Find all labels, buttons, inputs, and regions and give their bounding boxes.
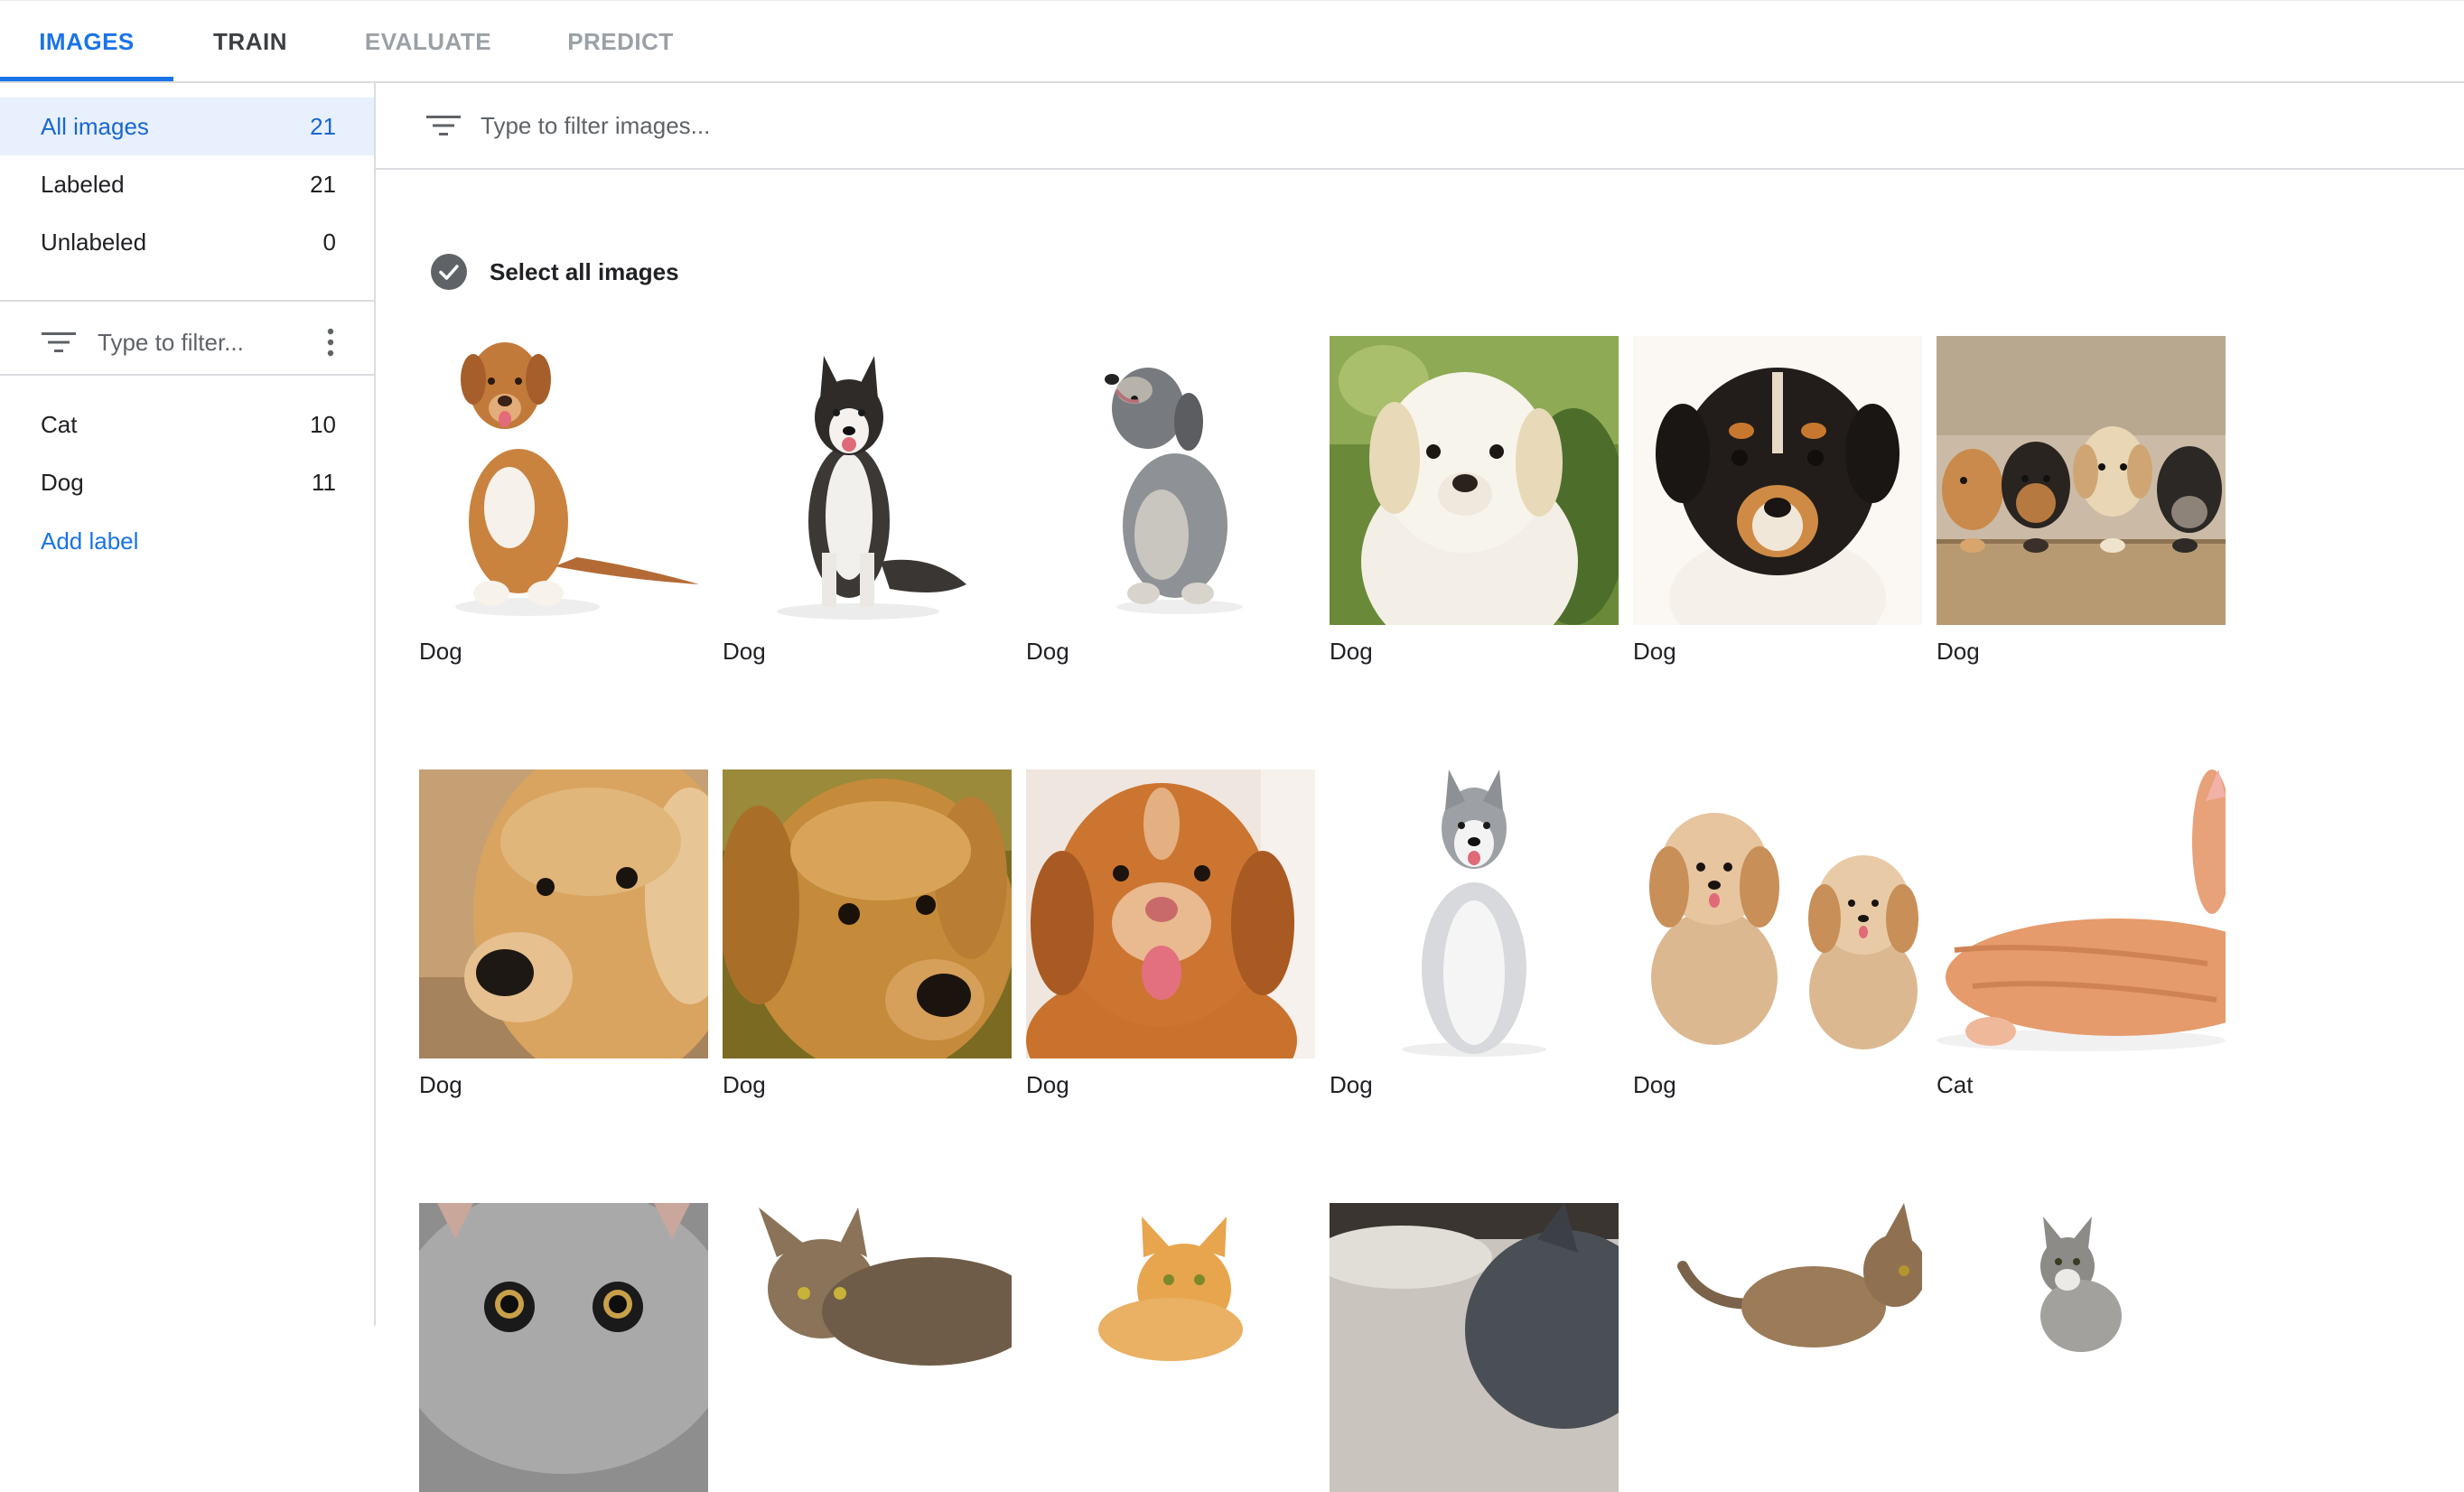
- image-tile[interactable]: [1026, 1203, 1315, 1492]
- sidebar-item-count: 21: [310, 170, 336, 198]
- image-tile[interactable]: Dog: [723, 769, 1012, 1098]
- image-tile[interactable]: Dog: [1026, 336, 1315, 665]
- select-all-label: Select all images: [490, 257, 679, 285]
- active-tab-indicator: [0, 77, 173, 81]
- dog-image: [1026, 336, 1315, 625]
- image-label: Dog: [1633, 1071, 1676, 1098]
- sidebar-item-label: All images: [41, 112, 149, 140]
- more-vert-icon[interactable]: [323, 325, 338, 359]
- cat-image: [1937, 769, 2226, 1058]
- image-label: Dog: [1026, 638, 1069, 665]
- image-label: Dog: [723, 1071, 766, 1098]
- image-tile[interactable]: Dog: [1937, 336, 2226, 665]
- image-label: Dog: [1330, 1071, 1373, 1098]
- tab-train[interactable]: TRAIN: [184, 1, 316, 82]
- tab-images[interactable]: IMAGES: [0, 1, 173, 82]
- dog-image: [723, 769, 1012, 1058]
- sidebar-item-label-dog[interactable]: Dog 11: [0, 453, 374, 511]
- filter-list-icon: [42, 332, 76, 352]
- image-tile[interactable]: Dog: [419, 336, 708, 665]
- dog-image: [419, 769, 708, 1058]
- select-all-toggle[interactable]: Select all images: [430, 253, 679, 291]
- label-count: 10: [310, 410, 336, 438]
- image-label: Dog: [1026, 1071, 1069, 1098]
- sidebar-item-all-images[interactable]: All images 21: [0, 98, 374, 155]
- cat-image: [1330, 1203, 1619, 1492]
- sidebar-item-label: Unlabeled: [41, 228, 147, 256]
- image-label: Dog: [1330, 638, 1373, 665]
- sidebar-item-unlabeled[interactable]: Unlabeled 0: [0, 213, 374, 271]
- image-label: Dog: [723, 638, 766, 665]
- filter-list-icon: [426, 116, 461, 135]
- image-tile[interactable]: Dog: [419, 769, 708, 1098]
- main-content: Select all images Dog: [376, 83, 2464, 1492]
- sidebar: All images 21 Labeled 21 Unlabeled 0 Cat…: [0, 83, 376, 1326]
- image-tile[interactable]: Dog: [1026, 769, 1315, 1098]
- dog-image: [1026, 769, 1315, 1058]
- sidebar-divider: [0, 300, 374, 302]
- image-label: Dog: [419, 1071, 462, 1098]
- label-count: 11: [312, 468, 336, 496]
- image-filter-bar: [376, 83, 2464, 170]
- sidebar-item-label: Labeled: [41, 170, 125, 198]
- image-tile[interactable]: Dog: [1330, 336, 1619, 665]
- image-label: Dog: [1937, 638, 1980, 665]
- image-filter-input[interactable]: [481, 111, 1022, 140]
- image-tile[interactable]: [723, 1203, 1012, 1492]
- image-tile[interactable]: Dog: [1633, 769, 1922, 1098]
- image-tile[interactable]: [1330, 1203, 1619, 1492]
- image-label: Dog: [1633, 638, 1676, 665]
- sidebar-divider: [0, 374, 374, 376]
- image-tile[interactable]: [1937, 1203, 2226, 1492]
- label-filter-input[interactable]: [98, 328, 314, 357]
- image-label: Cat: [1937, 1071, 1974, 1098]
- image-tile[interactable]: [1633, 1203, 1922, 1492]
- image-tile[interactable]: Dog: [723, 336, 1012, 665]
- cat-image: [723, 1203, 1012, 1492]
- dog-image: [1633, 336, 1922, 625]
- dog-image: [419, 336, 708, 625]
- image-tile[interactable]: Dog: [1330, 769, 1619, 1098]
- dog-image: [1937, 336, 2226, 625]
- cat-image: [1937, 1203, 2226, 1492]
- sidebar-item-labeled[interactable]: Labeled 21: [0, 155, 374, 213]
- tab-predict[interactable]: PREDICT: [542, 1, 699, 82]
- image-tile[interactable]: Cat: [1937, 769, 2226, 1098]
- label-name: Dog: [41, 468, 84, 496]
- dog-image: [723, 336, 1012, 625]
- tab-evaluate[interactable]: EVALUATE: [343, 1, 513, 82]
- image-tile[interactable]: Dog: [1633, 336, 1922, 665]
- add-label-link[interactable]: Add label: [41, 527, 138, 555]
- sidebar-item-count: 21: [310, 112, 336, 140]
- image-tile[interactable]: [419, 1203, 708, 1492]
- image-label: Dog: [419, 638, 462, 665]
- cat-image: [1026, 1203, 1315, 1492]
- dog-image: [1633, 769, 1922, 1058]
- dog-image: [1330, 769, 1619, 1058]
- label-filter: [0, 307, 374, 378]
- sidebar-item-count: 0: [322, 228, 336, 256]
- cat-image: [1633, 1203, 1922, 1492]
- dog-image: [1330, 336, 1619, 625]
- tab-bar: IMAGES TRAIN EVALUATE PREDICT: [0, 0, 2464, 83]
- check-circle-icon[interactable]: [430, 253, 468, 291]
- label-name: Cat: [41, 410, 78, 438]
- sidebar-item-label-cat[interactable]: Cat 10: [0, 396, 374, 453]
- cat-image: [419, 1203, 708, 1492]
